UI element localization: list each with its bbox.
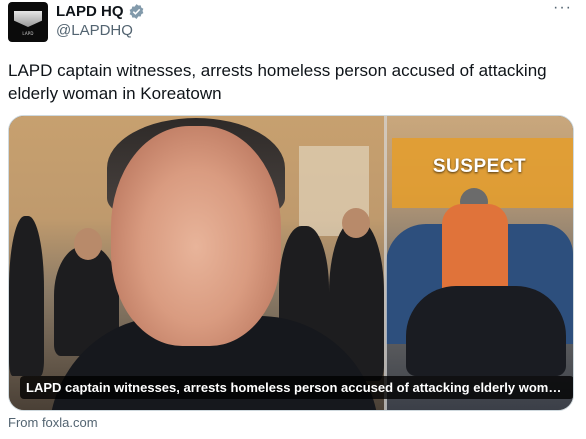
verified-badge-icon xyxy=(129,3,143,19)
link-card[interactable]: SUSPECT LAPD captain witnesses, arrests … xyxy=(8,115,574,411)
card-caption: LAPD captain witnesses, arrests homeless… xyxy=(20,376,573,399)
avatar[interactable]: LAPD xyxy=(8,2,48,42)
author-name[interactable]: LAPD HQ xyxy=(56,3,124,20)
avatar-logo-text: LAPD xyxy=(22,31,34,36)
card-source[interactable]: From foxla.com xyxy=(8,415,98,430)
lapd-logo-icon xyxy=(14,11,42,27)
tweet-text: LAPD captain witnesses, arrests homeless… xyxy=(8,61,547,103)
officer-photo xyxy=(9,116,386,410)
author-name-row: LAPD HQ xyxy=(56,1,145,21)
author-handle[interactable]: @LAPDHQ xyxy=(56,22,133,39)
suspect-label: SUSPECT xyxy=(432,156,527,177)
more-horizontal-icon[interactable]: ··· xyxy=(553,0,572,16)
photo-divider xyxy=(384,116,387,410)
officer-face xyxy=(111,126,281,346)
suspect-photo: SUSPECT xyxy=(386,116,573,410)
tweet-header: LAPD LAPD HQ @LAPDHQ ··· xyxy=(8,0,578,50)
